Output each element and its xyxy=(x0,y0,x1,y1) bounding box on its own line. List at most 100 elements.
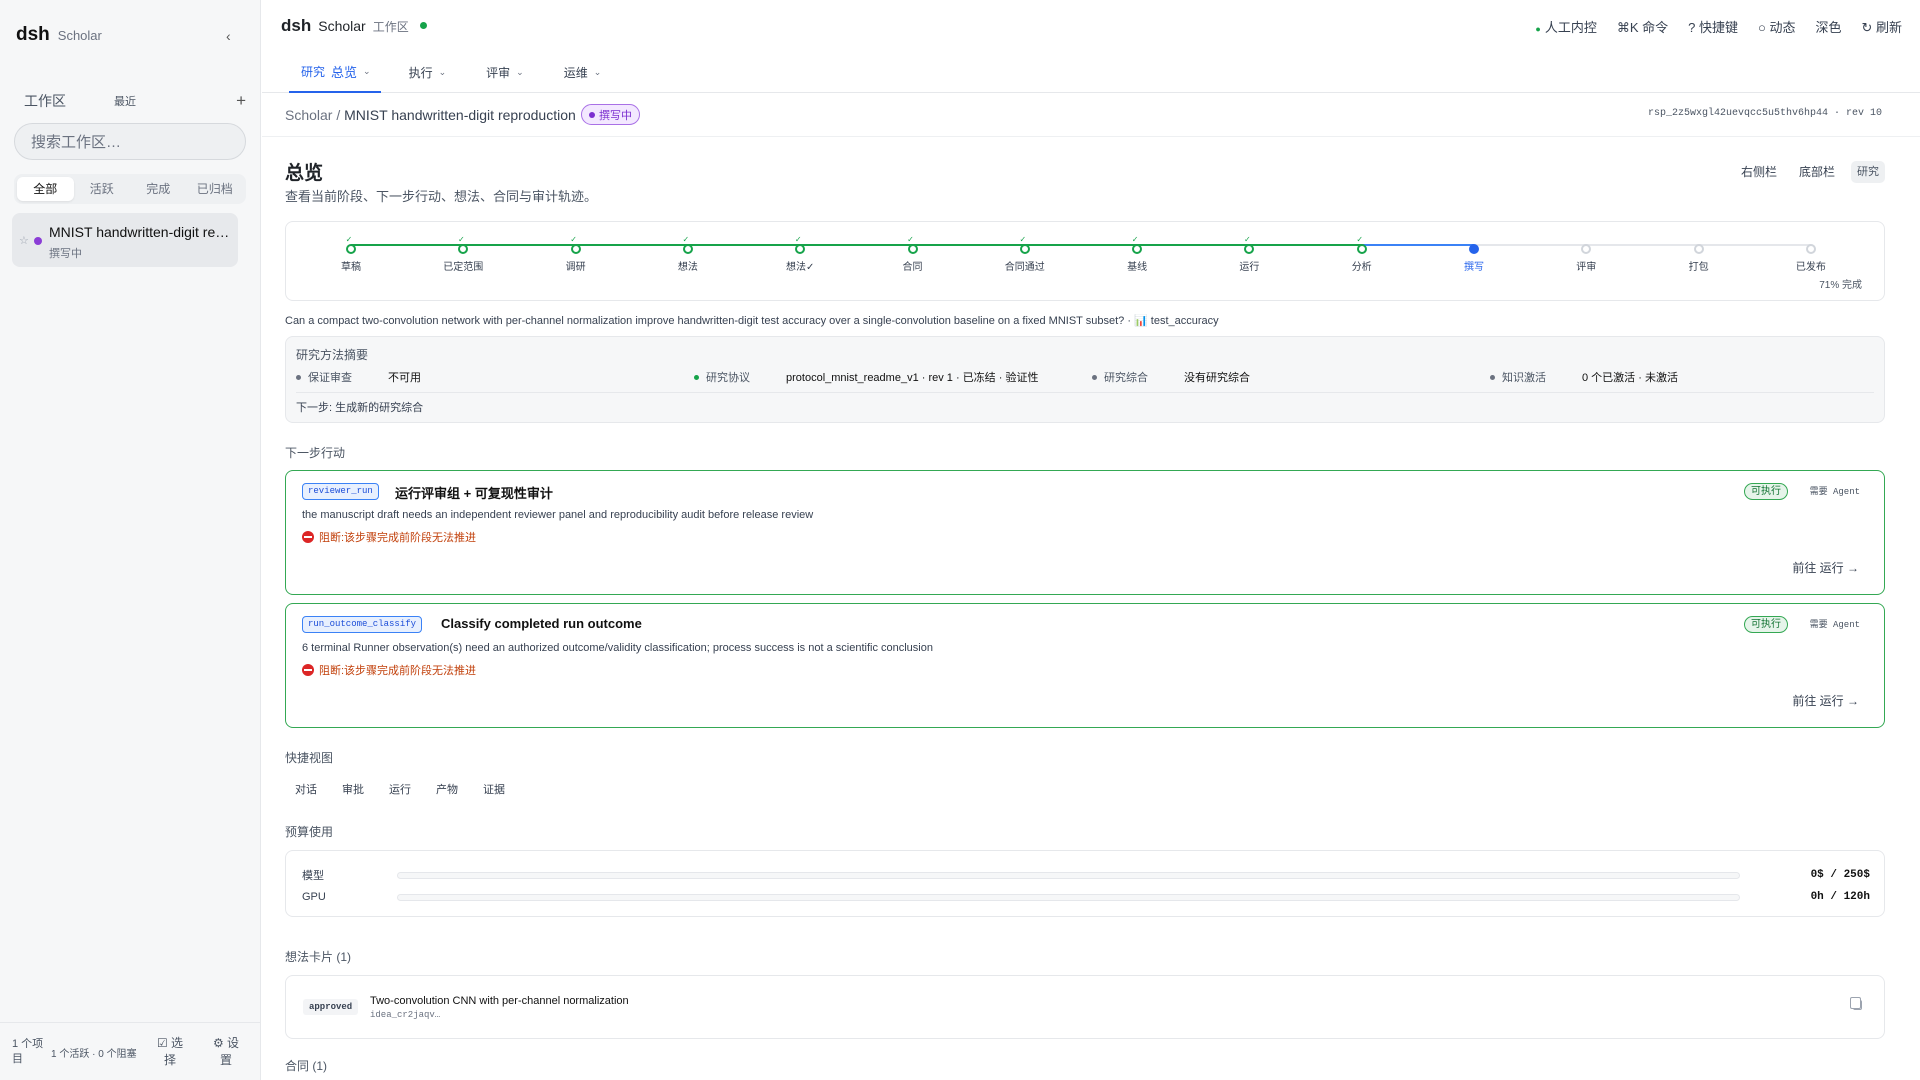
human-control-button[interactable]: ● 人工内控 xyxy=(1535,17,1596,36)
stage-step[interactable]: ✓ 分析 xyxy=(1322,235,1402,273)
right-panel-button[interactable]: 右侧栏 xyxy=(1735,161,1783,183)
stage-node xyxy=(1132,244,1143,254)
budget-row-gpu: GPU 0h / 120h xyxy=(302,890,1870,904)
stage-node xyxy=(1356,244,1367,254)
goto-run-link[interactable]: 前往 运行 → xyxy=(1792,559,1859,576)
agent-required-label: 需要 Agent xyxy=(1809,487,1860,497)
quick-view-chat[interactable]: 对话 xyxy=(295,781,317,797)
stage-step[interactable]: 评审 xyxy=(1546,235,1626,273)
tab-research[interactable]: 研究 总览 ⌄ xyxy=(289,52,381,93)
tab-ops[interactable]: 运维 ⌄ xyxy=(552,52,614,93)
status-dot xyxy=(1092,374,1097,380)
stage-label: 评审 xyxy=(1576,262,1597,273)
filter-archived[interactable]: 已归档 xyxy=(187,177,244,201)
workspace-name: MNIST handwritten-digit re… xyxy=(49,224,230,240)
overview-title: 总览 xyxy=(285,163,324,184)
command-palette-button[interactable]: ⌘K 命令 xyxy=(1617,17,1668,36)
blocking-warning: 阻断:该步骤完成前阶段无法推进 xyxy=(302,662,476,678)
chevron-down-icon: ⌄ xyxy=(516,67,524,77)
breadcrumb-path: Scholar / MNIST handwritten-digit reprod… xyxy=(285,107,576,123)
stage-step[interactable]: ✓ 想法✓ xyxy=(760,235,840,273)
check-icon: ✓ xyxy=(1356,235,1364,244)
activity-button[interactable]: ○ 动态 xyxy=(1758,17,1795,36)
stage-step[interactable]: ✓ 想法 xyxy=(648,235,728,273)
stage-step[interactable]: ✓ 草稿 xyxy=(311,235,391,273)
dark-mode-button[interactable]: 深色 xyxy=(1815,17,1841,36)
stage-step[interactable]: ✓ 合同 xyxy=(873,235,953,273)
select-button[interactable]: ☑ 选择 xyxy=(152,1035,188,1069)
breadcrumb-root[interactable]: Scholar / xyxy=(285,107,340,123)
goto-run-link[interactable]: 前往 运行 → xyxy=(1792,692,1859,709)
executable-badge: 可执行 xyxy=(1744,616,1788,633)
stage-step[interactable]: ✓ 合同通过 xyxy=(985,235,1065,273)
sidebar-brand[interactable]: dsh Scholar xyxy=(16,24,102,46)
header-actions: ● 人工内控 ⌘K 命令 ? 快捷键 ○ 动态 深色 ↻ 刷新 xyxy=(1535,17,1902,36)
breadcrumb: Scholar / MNIST handwritten-digit reprod… xyxy=(262,94,1920,137)
budget-label: 模型 xyxy=(302,870,324,882)
stage-step[interactable]: 已发布 xyxy=(1771,235,1851,273)
tab-execute-label: 执行 xyxy=(408,66,433,80)
stage-step[interactable]: ✓ 运行 xyxy=(1209,235,1289,273)
stage-node xyxy=(458,244,469,254)
stage-line-todo xyxy=(1474,244,1811,246)
sidebar-footer: 1 个项目 1 个活跃 · 0 个阻塞 ☑ 选择 ⚙ 设置 xyxy=(0,1022,261,1080)
stage-step[interactable]: ✓ 基线 xyxy=(1097,235,1177,273)
tab-ops-label: 运维 xyxy=(563,66,588,80)
stage-step[interactable]: 打包 xyxy=(1659,235,1739,273)
stage-label: 撰写 xyxy=(1464,262,1484,273)
blocking-warning-text: 阻断:该步骤完成前阶段无法推进 xyxy=(319,665,477,677)
action-card-reviewer-run: reviewer_run 运行评审组 + 可复现性审计 可执行 需要 Agent… xyxy=(285,470,1885,595)
header-workspace: 工作区 xyxy=(372,20,409,34)
sidebar: dsh Scholar ‹ 工作区 最近 + 搜索工作区… 全部 活跃 完成 已… xyxy=(0,0,261,1080)
stage-label: 基线 xyxy=(1127,262,1148,273)
budget-value: 0h / 120h xyxy=(1810,891,1870,903)
bottom-panel-button[interactable]: 底部栏 xyxy=(1793,161,1841,183)
status-dot xyxy=(589,111,595,118)
star-icon[interactable]: ☆ xyxy=(19,234,29,247)
filter-done[interactable]: 完成 xyxy=(130,177,187,201)
collapse-sidebar-icon[interactable]: ‹ xyxy=(226,28,231,44)
summary-key: 研究协议 xyxy=(706,372,750,384)
summary-protocol[interactable]: 研究协议 protocol_mnist_readme_v1 · rev 1 · … xyxy=(694,369,1038,385)
filter-active[interactable]: 活跃 xyxy=(74,177,131,201)
quick-view-evidence[interactable]: 证据 xyxy=(483,781,505,797)
quick-view-approvals[interactable]: 审批 xyxy=(342,781,364,797)
quick-views-heading: 快捷视图 xyxy=(285,751,334,765)
refresh-button[interactable]: ↻ 刷新 xyxy=(1861,17,1902,36)
research-view-button[interactable]: 研究 xyxy=(1851,161,1885,183)
green-dot-icon: ● xyxy=(1535,24,1541,34)
workspace-filter-tabs: 全部 活跃 完成 已归档 xyxy=(14,174,246,204)
quick-view-artifacts[interactable]: 产物 xyxy=(436,781,458,797)
settings-button[interactable]: ⚙ 设置 xyxy=(208,1035,244,1069)
summary-value: protocol_mnist_readme_v1 · rev 1 · 已冻结 ·… xyxy=(786,372,1039,384)
action-tag: run_outcome_classify xyxy=(302,616,423,633)
check-icon xyxy=(1767,235,1851,244)
status-badge-label: 撰写中 xyxy=(599,109,632,122)
main-tabs: 研究 总览 ⌄ 执行 ⌄ 评审 ⌄ 运维 ⌄ xyxy=(289,52,629,93)
contracts-heading: 合同 (1) xyxy=(285,1059,328,1073)
stage-step[interactable]: ✓ 调研 xyxy=(536,235,616,273)
tab-review[interactable]: 评审 ⌄ xyxy=(474,52,536,93)
status-dot xyxy=(296,374,301,380)
workspace-list-item[interactable]: ☆ MNIST handwritten-digit re… 撰写中 xyxy=(12,213,238,267)
check-icon: ✓ xyxy=(907,235,914,244)
recent-sort-button[interactable]: 最近 xyxy=(114,93,136,109)
agent-required-label: 需要 Agent xyxy=(1809,620,1860,630)
header-product: Scholar xyxy=(318,18,366,34)
summary-synthesis: 研究综合 没有研究综合 xyxy=(1092,369,1250,385)
chevron-down-icon: ⌄ xyxy=(363,66,371,76)
stage-step[interactable]: 撰写 xyxy=(1434,235,1514,273)
stage-step[interactable]: ✓ 已定范围 xyxy=(423,235,503,273)
filter-all[interactable]: 全部 xyxy=(17,177,74,201)
stage-node xyxy=(1469,244,1479,254)
check-icon: ✓ xyxy=(1131,235,1139,244)
idea-card[interactable]: approved Two-convolution CNN with per-ch… xyxy=(285,975,1885,1039)
quick-views: 对话 审批 运行 产物 证据 xyxy=(295,781,505,797)
shortcuts-button[interactable]: ? 快捷键 xyxy=(1688,17,1738,36)
workspace-search-input[interactable]: 搜索工作区… xyxy=(14,123,246,160)
stage-label: 运行 xyxy=(1239,262,1260,273)
copy-icon[interactable] xyxy=(1850,997,1862,1010)
quick-view-runs[interactable]: 运行 xyxy=(389,781,411,797)
tab-execute[interactable]: 执行 ⌄ xyxy=(397,52,459,93)
add-workspace-icon[interactable]: + xyxy=(236,91,246,111)
